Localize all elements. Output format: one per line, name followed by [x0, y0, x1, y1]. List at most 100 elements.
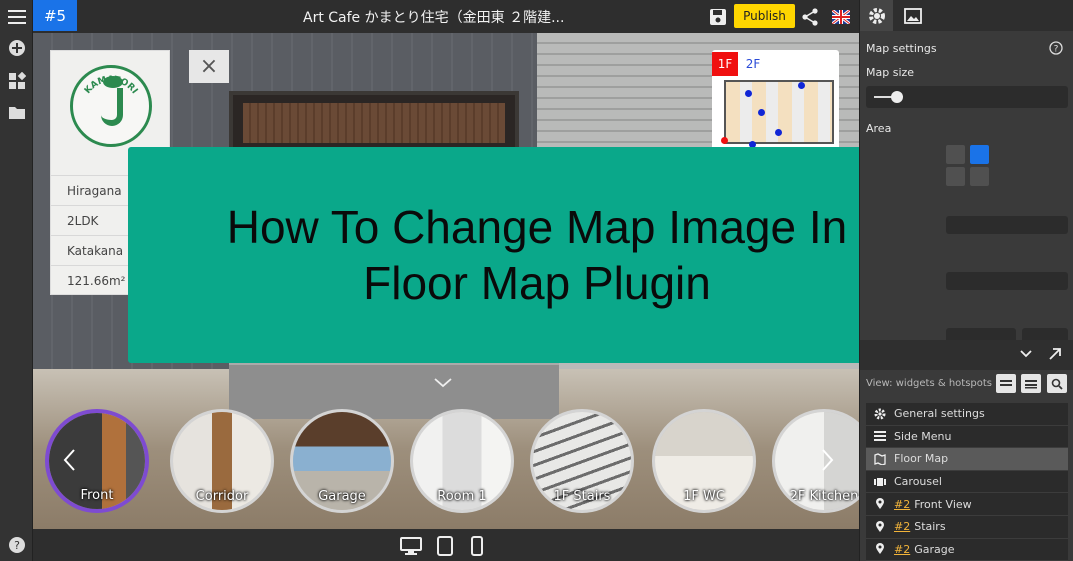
pin-icon — [874, 520, 886, 533]
chevron-down-icon[interactable] — [1020, 350, 1032, 358]
help-button[interactable]: ? — [0, 528, 33, 561]
add-button[interactable] — [0, 31, 33, 64]
slider-handle[interactable] — [891, 91, 903, 103]
view-compact-button[interactable] — [1021, 374, 1041, 393]
area-bottom-left-button[interactable] — [946, 167, 965, 186]
carousel-item-2f-kitchen[interactable]: 2F Kitchen — [772, 409, 859, 513]
carousel-label: 1F WC — [683, 489, 725, 504]
widget-label: Front View — [914, 497, 972, 511]
widgets-icon — [8, 71, 26, 89]
left-toolbar: ? — [0, 0, 33, 561]
widget-item-side-menu[interactable]: Side Menu — [866, 425, 1068, 449]
area-top-left-button[interactable] — [946, 145, 965, 164]
collapse-toggle[interactable] — [431, 373, 455, 393]
widget-item-general-settings[interactable]: General settings — [866, 403, 1068, 426]
widget-label: Side Menu — [894, 429, 952, 443]
tablet-icon — [437, 536, 453, 556]
carousel-item-corridor[interactable]: Corridor — [170, 409, 274, 513]
tab-settings[interactable] — [860, 0, 893, 31]
tablet-view-button[interactable] — [433, 535, 457, 557]
hotspot-scene-number[interactable]: #2 — [894, 543, 910, 556]
expand-arrow-icon[interactable] — [1048, 347, 1062, 361]
settings-field[interactable] — [946, 216, 1068, 234]
widgets-header — [860, 340, 1073, 370]
carousel-item-1f-stairs[interactable]: 1F Stairs — [530, 409, 634, 513]
chevron-right-icon — [822, 449, 834, 471]
chevron-down-icon — [434, 378, 452, 388]
search-widgets-button[interactable] — [1047, 374, 1067, 393]
overlay-title-line-2: Floor Map Plugin — [363, 257, 711, 309]
widget-label: Garage — [914, 542, 955, 556]
list-icon — [1000, 379, 1012, 386]
area-bottom-right-button[interactable] — [970, 167, 989, 186]
mobile-view-button[interactable] — [465, 535, 489, 557]
help-icon[interactable]: ? — [1049, 41, 1063, 55]
carousel-label: Room 1 — [437, 489, 487, 504]
view-list-button[interactable] — [996, 374, 1016, 393]
carousel-prev-button[interactable] — [59, 445, 79, 475]
area-top-right-button[interactable] — [970, 145, 989, 164]
carousel-item-1f-wc[interactable]: 1F WC — [652, 409, 756, 513]
hamburger-menu-button[interactable] — [0, 0, 33, 33]
tab-images[interactable] — [896, 0, 929, 31]
settings-field[interactable] — [946, 272, 1068, 290]
carousel-item-room-1[interactable]: Room 1 — [410, 409, 514, 513]
help-icon: ? — [8, 536, 25, 553]
map-settings-title: Map settings — [866, 42, 937, 55]
carousel-label: Front — [80, 488, 114, 503]
folder-button[interactable] — [0, 96, 33, 129]
mobile-icon — [471, 536, 483, 556]
map-hotspot-pin[interactable] — [758, 109, 765, 116]
carousel-item-garage[interactable]: Garage — [290, 409, 394, 513]
carousel-next-button[interactable] — [818, 445, 838, 475]
settings-panel: Map settings ? Map size Area View: widge… — [859, 0, 1073, 561]
carousel-icon — [874, 476, 886, 488]
widget-item-stairs[interactable]: #2 Stairs — [866, 515, 1068, 539]
floor-tab-2f[interactable]: 2F — [740, 52, 766, 76]
svg-text:?: ? — [14, 539, 20, 552]
map-hotspot-pin[interactable] — [745, 90, 752, 97]
close-button[interactable]: × — [189, 50, 229, 83]
floor-map-widget[interactable]: 1F 2F — [712, 50, 839, 150]
area-label: Area — [866, 122, 892, 135]
chevron-left-icon — [63, 449, 75, 471]
publish-button[interactable]: Publish — [734, 4, 795, 28]
title-overlay: How To Change Map Image In Floor Map Plu… — [128, 147, 946, 363]
floor-tab-1f[interactable]: 1F — [712, 52, 738, 76]
project-number-badge[interactable]: #5 — [33, 0, 77, 31]
widget-label: General settings — [894, 407, 985, 421]
language-button[interactable] — [830, 6, 852, 28]
device-preview-bar — [33, 529, 859, 561]
map-icon — [874, 453, 886, 465]
view-mode-label: View: widgets & hotspots — [866, 378, 993, 389]
widget-item-garage[interactable]: #2 Garage — [866, 538, 1068, 561]
widget-item-carousel[interactable]: Carousel — [866, 470, 1068, 494]
carousel-label: Garage — [318, 489, 366, 504]
project-title: Art Cafe かまとり住宅（金田東 ２階建... — [303, 10, 565, 26]
desktop-view-button[interactable] — [399, 535, 423, 557]
gear-icon — [868, 7, 885, 24]
top-bar: #5 Art Cafe かまとり住宅（金田東 ２階建... Publish — [33, 0, 859, 33]
widget-label: Carousel — [894, 475, 942, 489]
save-button[interactable] — [707, 6, 729, 28]
kamatori-logo: KAMATORI — [70, 65, 152, 147]
hamburger-icon — [7, 9, 26, 24]
map-current-position-pin[interactable] — [721, 137, 728, 144]
folder-icon — [8, 107, 25, 119]
widgets-list: General settings Side Menu Floor Map Car… — [866, 403, 1068, 561]
map-size-slider[interactable] — [866, 86, 1068, 108]
save-icon — [710, 9, 726, 25]
widget-item-front-view[interactable]: #2 Front View — [866, 493, 1068, 516]
hotspot-scene-number[interactable]: #2 — [894, 498, 910, 511]
hotspot-scene-number[interactable]: #2 — [894, 520, 910, 533]
gear-icon — [874, 408, 886, 420]
widget-item-floor-map[interactable]: Floor Map — [866, 448, 1068, 471]
image-icon — [903, 7, 922, 24]
map-hotspot-pin[interactable] — [798, 82, 805, 89]
map-hotspot-pin[interactable] — [775, 129, 782, 136]
widgets-button[interactable] — [0, 64, 33, 97]
desktop-icon — [400, 537, 422, 555]
close-icon: × — [199, 54, 219, 79]
share-button[interactable] — [799, 6, 821, 28]
share-icon — [802, 8, 818, 26]
